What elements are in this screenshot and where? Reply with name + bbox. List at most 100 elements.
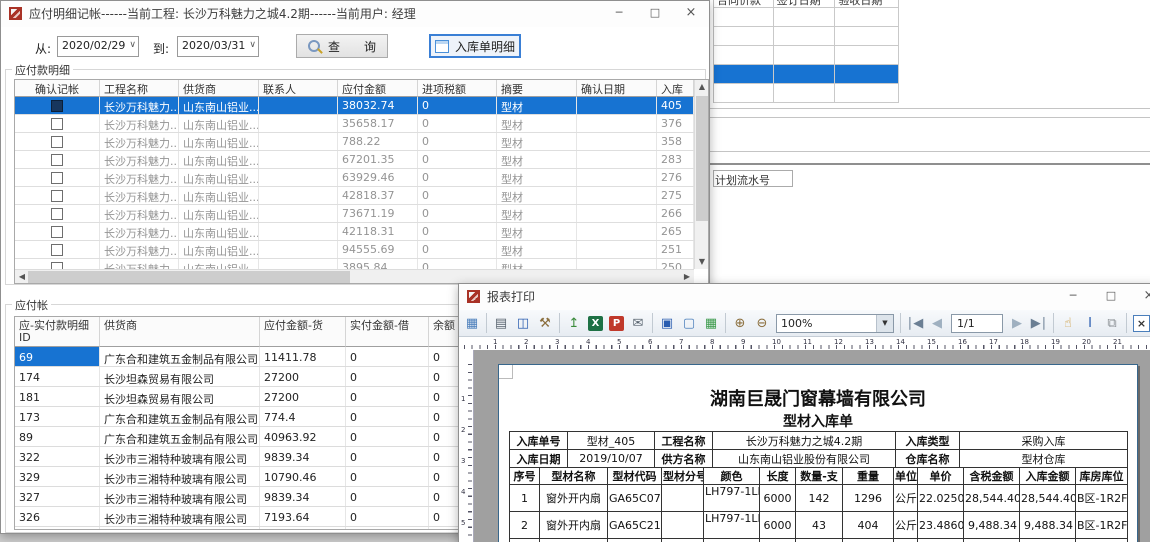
column-header[interactable]: 工程名称 [100,80,179,97]
close-preview-icon[interactable]: × [1133,315,1150,332]
confirm-checkbox[interactable] [51,262,63,270]
confirm-checkbox[interactable] [51,208,63,220]
cell[interactable]: 长沙市三湘特种玻璃有限公司 [100,447,260,466]
cell[interactable]: 9839.34 [260,487,346,506]
table-row[interactable]: 长沙万科魅力...山东南山铝业...67201.350型材283 [15,151,694,169]
table-row[interactable] [714,8,899,27]
scroll-right-icon[interactable]: ▶ [680,270,694,284]
tools-icon[interactable]: ⚒ [535,313,555,333]
table-row[interactable] [714,46,899,65]
hand-tool-icon[interactable]: ☝ [1058,313,1078,333]
from-date-combo[interactable]: 2020/02/29 ∨ [57,36,139,57]
column-header[interactable]: 确认记帐 [15,80,100,97]
column-header[interactable]: 摘要 [497,80,577,97]
book-icon[interactable]: ◫ [513,313,533,333]
table-row[interactable]: 长沙万科魅力...山东南山铝业...38032.740型材405 [15,97,694,115]
cell[interactable]: 69 [15,347,100,366]
table-row[interactable]: 长沙万科魅力...山东南山铝业...788.220型材358 [15,133,694,151]
scroll-down-icon[interactable]: ▼ [695,255,709,269]
maximize-button[interactable]: □ [1092,284,1130,310]
column-header[interactable]: 合同价款 [714,0,774,7]
confirm-checkbox[interactable] [51,190,63,202]
confirm-checkbox[interactable] [51,136,63,148]
cell[interactable]: 40963.92 [260,427,346,446]
plan-serial-field[interactable]: 计划流水号 [713,170,793,187]
horizontal-scrollbar[interactable]: ◀ ▶ [15,269,694,283]
cell[interactable]: 325 [15,527,100,529]
column-header[interactable]: 签订日期 [774,0,836,7]
first-page-icon[interactable]: ∣◀ [905,313,925,333]
cell[interactable]: 322 [15,447,100,466]
confirm-checkbox[interactable] [51,118,63,130]
confirm-checkbox[interactable] [51,100,63,112]
inbound-detail-button[interactable]: 入库单明细 [429,34,521,58]
column-header[interactable]: 入库 [657,80,694,97]
column-header[interactable]: 应付金额 [338,80,418,97]
scroll-left-icon[interactable]: ◀ [15,270,29,284]
cell[interactable]: 0 [346,427,429,446]
cell[interactable]: 0 [346,467,429,486]
cell[interactable]: 10790.46 [260,467,346,486]
cell[interactable]: 0 [346,507,429,526]
maximize-button[interactable]: □ [637,1,673,27]
mail-icon[interactable]: ✉ [628,313,648,333]
pdf-icon[interactable]: P [609,316,624,331]
table-row[interactable] [714,65,899,84]
chevron-down-icon[interactable]: ▼ [876,315,893,332]
column-header[interactable]: 应-实付款明细ID [15,317,100,347]
column-header[interactable]: 供货商 [100,317,260,347]
save-icon[interactable]: ▣ [657,313,677,333]
last-page-icon[interactable]: ▶∣ [1029,313,1049,333]
cell[interactable]: 长沙坦森贸易有限公司 [100,387,260,406]
column-header[interactable]: 联系人 [259,80,338,97]
cell[interactable]: 广东合和建筑五金制品有限公司 [100,407,260,426]
column-header[interactable]: 供货商 [179,80,259,97]
cell[interactable]: 长沙市三湘特种玻璃有限公司 [100,527,260,529]
minimize-button[interactable]: ─ [601,1,637,27]
confirm-checkbox[interactable] [51,172,63,184]
next-page-icon[interactable]: ▶ [1007,313,1027,333]
cell[interactable]: 27200 [260,367,346,386]
table-row[interactable]: 长沙万科魅力...山东南山铝业...94555.690型材251 [15,241,694,259]
cell[interactable]: 0 [346,447,429,466]
cell[interactable]: 7193.64 [260,507,346,526]
cell[interactable]: 9839.34 [260,447,346,466]
close-button[interactable]: × [1130,284,1150,310]
cell[interactable]: 0 [346,407,429,426]
cell[interactable]: 长沙市三湘特种玻璃有限公司 [100,487,260,506]
table-row[interactable]: 长沙万科魅力...山东南山铝业...73671.190型材266 [15,205,694,223]
to-date-combo[interactable]: 2020/03/31 ∨ [177,36,259,57]
zoom-out-icon[interactable]: ⊖ [752,313,772,333]
cell[interactable]: 0 [346,367,429,386]
vertical-scrollbar[interactable]: ▲ ▼ [694,80,708,269]
table-row[interactable] [714,84,899,103]
cell[interactable]: 0 [346,347,429,366]
title-bar[interactable]: 报表打印 ─ □ × [459,284,1150,310]
column-header[interactable]: 验收日期 [835,0,899,7]
table-row[interactable] [714,27,899,46]
cell[interactable]: 0 [346,387,429,406]
minimize-button[interactable]: ─ [1054,284,1092,310]
cell[interactable]: 广东合和建筑五金制品有限公司 [100,427,260,446]
cell[interactable]: 长沙坦森贸易有限公司 [100,367,260,386]
table-row[interactable]: 长沙万科魅力...山东南山铝业...35658.170型材376 [15,115,694,133]
column-header[interactable]: 确认日期 [577,80,657,97]
table-row[interactable]: 长沙万科魅力...山东南山铝业...63929.460型材276 [15,169,694,187]
column-header[interactable]: 进项税额 [418,80,497,97]
cell[interactable]: 长沙市三湘特种玻璃有限公司 [100,467,260,486]
scrollbar-thumb[interactable] [696,96,708,221]
window-icon[interactable]: ▦ [462,313,482,333]
cell[interactable]: 174 [15,367,100,386]
query-button[interactable]: 查 询 [296,34,388,58]
zoom-level-combo[interactable]: 100%▼ [776,314,894,333]
title-bar[interactable]: 应付明细记帐------当前工程: 长沙万科魅力之城4.2期------当前用户… [1,1,709,27]
cell[interactable]: 181 [15,387,100,406]
print-icon[interactable]: ▤ [491,313,511,333]
cell[interactable]: 327 [15,487,100,506]
cell[interactable]: 27200 [260,387,346,406]
table-row[interactable]: 长沙万科魅力...山东南山铝业...3895.840型材250 [15,259,694,269]
scrollbar-thumb[interactable] [28,271,350,283]
excel-icon[interactable]: X [588,316,603,331]
cell[interactable]: 0 [346,527,429,529]
copy-icon[interactable]: ⧉ [1102,313,1122,333]
